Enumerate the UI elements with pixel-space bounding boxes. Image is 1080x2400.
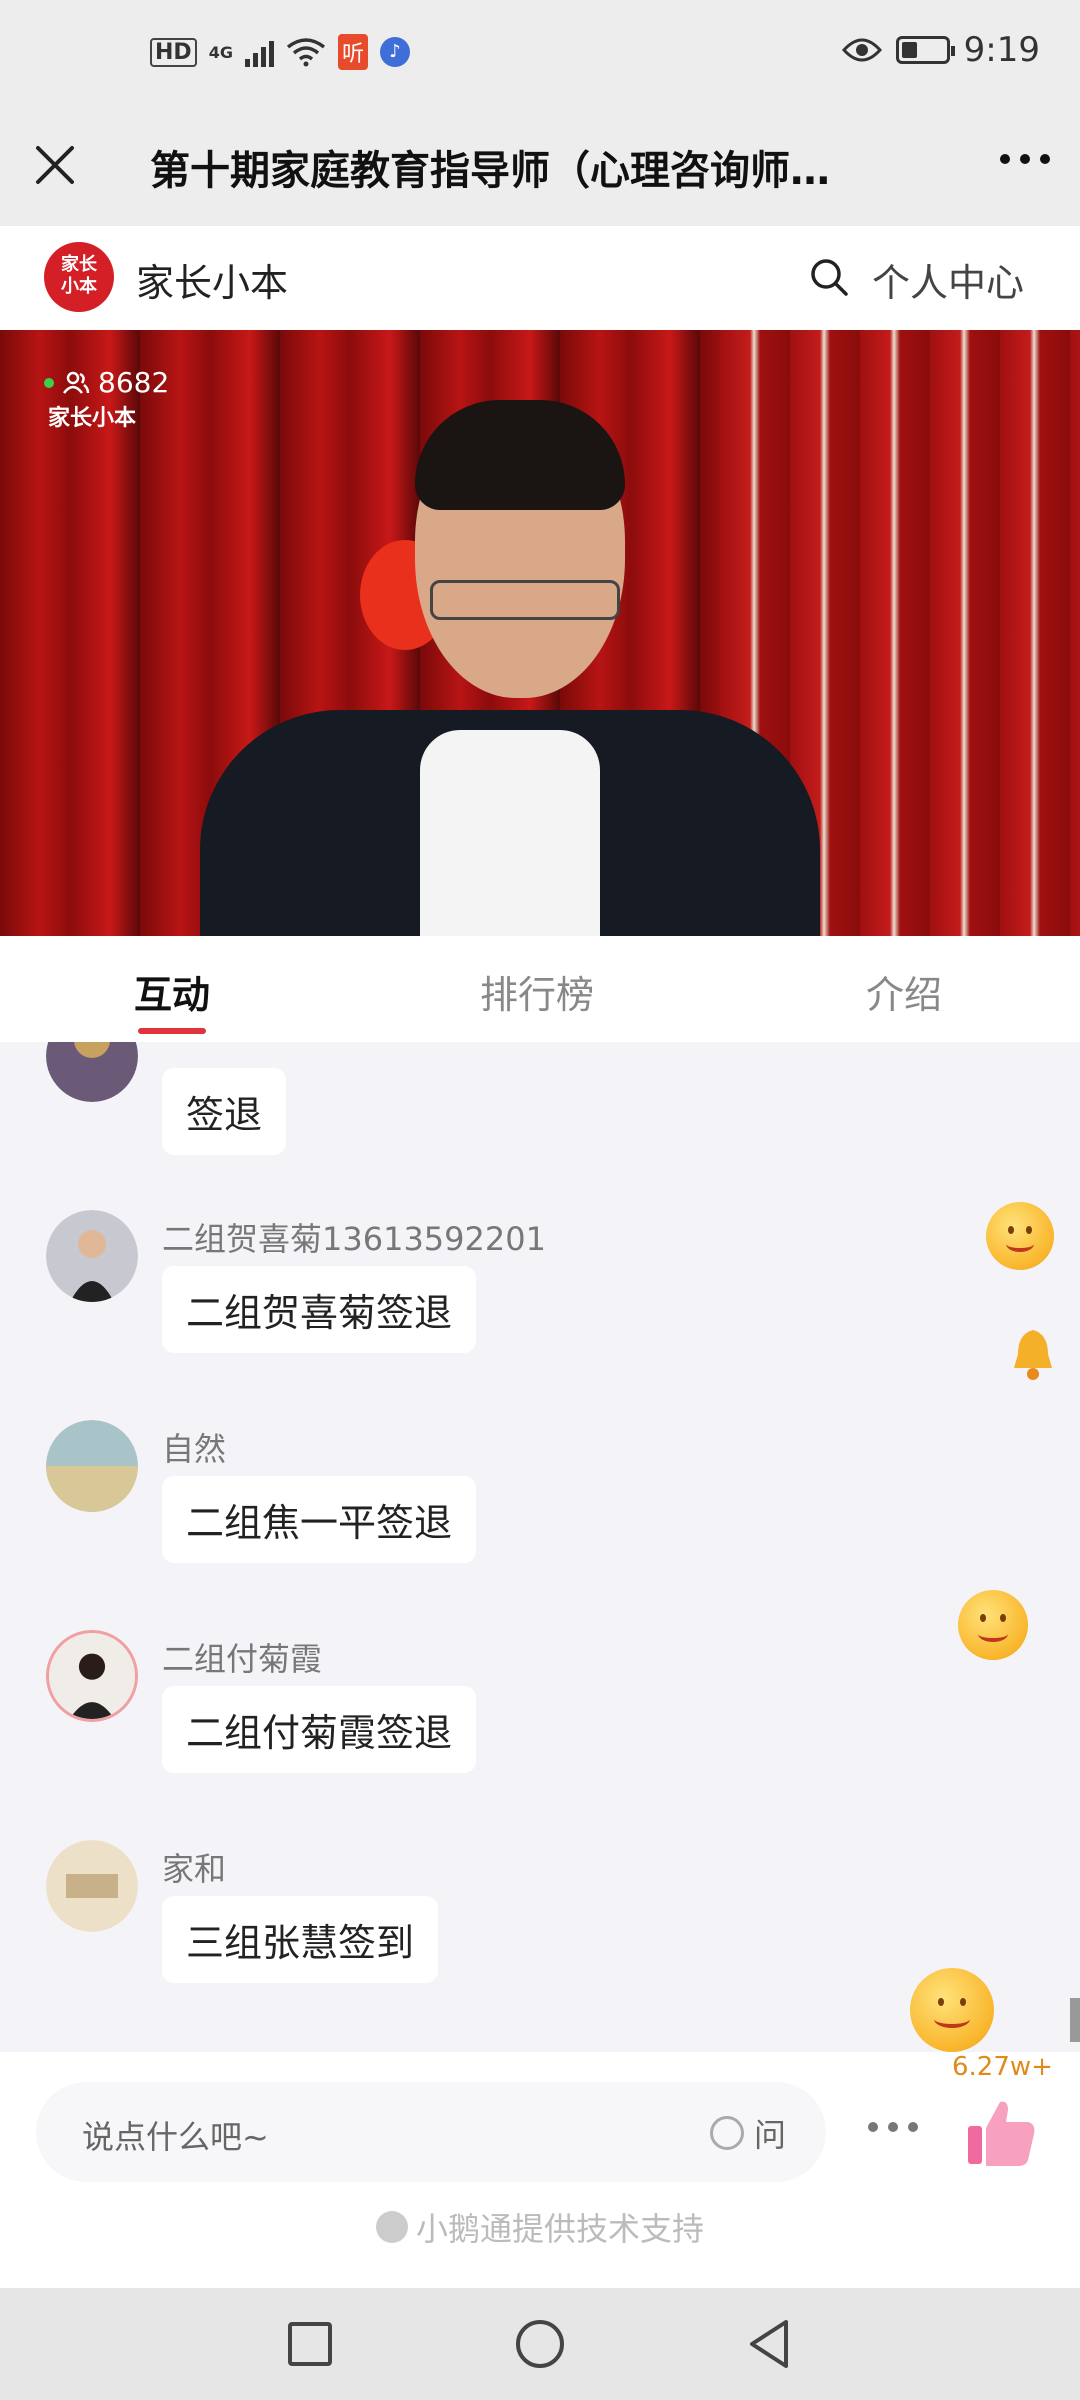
bell-icon (1014, 1330, 1052, 1380)
avatar[interactable] (46, 1420, 138, 1512)
more-icon[interactable] (1000, 154, 1050, 164)
wifi-icon (286, 38, 326, 67)
message-bubble: 二组焦一平签退 (162, 1476, 477, 1563)
status-bar: HD 4G 听 ♪ 9:19 (0, 0, 1080, 110)
network-label: 4G (208, 42, 233, 62)
avatar[interactable] (46, 1630, 138, 1722)
recent-apps-icon[interactable] (280, 2314, 340, 2374)
tab-bar: 互动 排行榜 介绍 (0, 936, 1080, 1043)
xiaoetong-logo-icon (375, 2211, 408, 2243)
comment-input[interactable]: 说点什么吧~ 问 (36, 2082, 826, 2182)
live-video[interactable]: 8682 家长小本 (0, 330, 1080, 936)
video-presenter-glasses (430, 580, 620, 620)
video-presenter-shirt (420, 730, 600, 936)
ask-question-toggle[interactable]: 问 (710, 2110, 786, 2156)
battery-icon (895, 36, 955, 64)
nickname: 二组付菊霞 (162, 1640, 323, 1678)
live-indicator (44, 377, 54, 388)
logo-text-top: 家长 (61, 254, 97, 275)
thumbs-up-icon[interactable] (960, 2092, 1040, 2172)
message-bubble: 二组贺喜菊签退 (162, 1266, 477, 1353)
like-count: 6.27w+ (952, 2052, 1053, 2082)
video-watermark: 家长小本 (48, 406, 137, 431)
more-options-icon[interactable] (868, 2122, 918, 2132)
brand-name[interactable]: 家长小本 (136, 252, 288, 307)
user-center-link[interactable]: 个人中心 (872, 252, 1024, 307)
tab-leaderboard[interactable]: 排行榜 (480, 964, 594, 1019)
avatar[interactable] (46, 1042, 138, 1102)
ask-radio[interactable] (710, 2116, 744, 2150)
message-bubble: 二组付菊霞签退 (162, 1686, 477, 1773)
hd-badge: HD (150, 37, 197, 67)
nickname: 自然 (162, 1430, 227, 1468)
brand-logo[interactable]: 家长 小本 (44, 242, 114, 312)
logo-text-bottom: 小本 (61, 276, 97, 297)
battery-level (901, 42, 917, 58)
title-bar: 第十期家庭教育指导师（心理咨询师… (0, 110, 1080, 226)
music-app-icon: ♪ (379, 37, 410, 67)
viewer-info: 8682 (44, 366, 169, 399)
viewer-count: 8682 (98, 366, 170, 399)
ask-label: 问 (754, 2116, 787, 2154)
home-icon[interactable] (510, 2314, 570, 2374)
smile-emoji-icon (986, 1202, 1054, 1270)
smile-emoji-icon (958, 1590, 1028, 1660)
chat-scrollbar[interactable] (1070, 1998, 1080, 2042)
tab-interaction[interactable]: 互动 (134, 964, 210, 1019)
message-bubble: 三组张慧签到 (162, 1896, 439, 1983)
status-left: HD 4G 听 ♪ (150, 34, 410, 70)
message-bubble: 签退 (162, 1068, 287, 1155)
page-title: 第十期家庭教育指导师（心理咨询师… (150, 148, 830, 194)
app-notification-icon: 听 (337, 34, 368, 70)
comment-placeholder: 说点什么吧~ (82, 2118, 269, 2156)
viewers-icon (63, 371, 90, 394)
avatar[interactable] (46, 1210, 138, 1302)
smile-emoji-icon (910, 1968, 994, 2052)
back-icon[interactable] (740, 2314, 800, 2374)
active-tab-indicator (138, 1028, 206, 1034)
chat-list[interactable]: 签退 二组贺喜菊13613592201 二组贺喜菊签退 自然 二组焦一平签退 二… (0, 1042, 1080, 2052)
video-presenter-hair (415, 400, 625, 510)
clock: 9:19 (963, 30, 1040, 70)
eye-icon (841, 38, 882, 62)
close-icon[interactable] (30, 140, 80, 190)
powered-by-text: 小鹅通提供技术支持 (415, 2210, 704, 2248)
nickname: 家和 (162, 1850, 227, 1888)
status-right: 9:19 (841, 30, 1040, 70)
avatar[interactable] (46, 1840, 138, 1932)
brand-bar: 家长 小本 家长小本 个人中心 (0, 226, 1080, 330)
tab-intro[interactable]: 介绍 (866, 964, 942, 1019)
nickname: 二组贺喜菊13613592201 (162, 1220, 546, 1258)
system-nav-bar (0, 2288, 1080, 2400)
search-icon[interactable] (808, 256, 850, 298)
signal-icon (244, 37, 274, 67)
powered-by: 小鹅通提供技术支持 (0, 2204, 1080, 2250)
input-bar: 说点什么吧~ 问 6.27w+ 小鹅通提供技术支持 (0, 2052, 1080, 2288)
